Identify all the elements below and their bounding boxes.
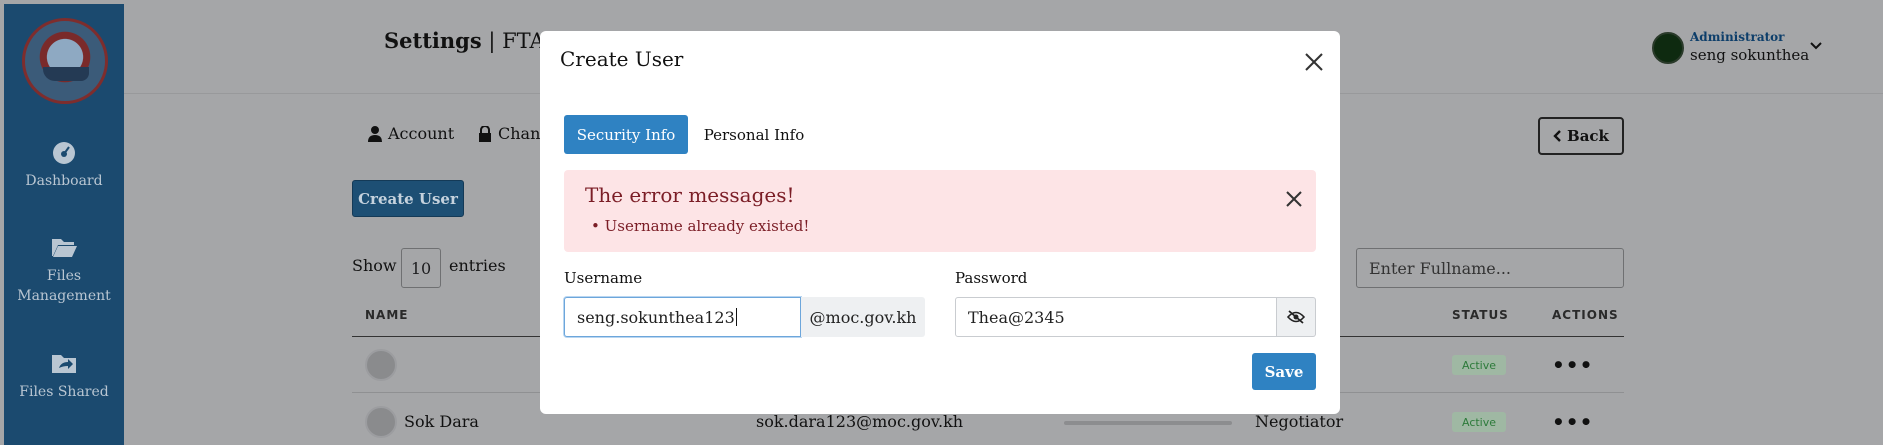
more-actions-icon[interactable]: ••• xyxy=(1552,412,1593,432)
username-input[interactable]: seng.sokunthea123 xyxy=(564,297,801,337)
user-name: seng sokunthea xyxy=(1690,46,1810,64)
fullname-search-input[interactable]: Enter Fullname... xyxy=(1356,248,1624,288)
username-value: seng.sokunthea123 xyxy=(577,307,735,327)
sidebar-item-label: Dashboard xyxy=(25,173,103,189)
chevron-left-icon xyxy=(1553,130,1561,142)
password-label: Password xyxy=(955,269,1028,287)
more-actions-icon[interactable]: ••• xyxy=(1552,355,1593,375)
toggle-password-visibility[interactable] xyxy=(1277,297,1316,337)
tab-personal-info[interactable]: Personal Info xyxy=(700,115,808,154)
back-button-label: Back xyxy=(1567,127,1609,145)
username-label: Username xyxy=(564,269,643,287)
sidebar-item-files-management[interactable]: Files Management xyxy=(4,234,124,306)
column-header-status: STATUS xyxy=(1452,308,1509,322)
sidebar-item-label: Files Shared xyxy=(19,384,109,400)
password-input[interactable]: Thea@2345 xyxy=(955,297,1277,337)
user-role: Administrator xyxy=(1690,30,1785,44)
close-icon[interactable] xyxy=(1303,51,1325,73)
save-button[interactable]: Save xyxy=(1252,353,1316,390)
gauge-icon xyxy=(53,142,75,164)
progress-bar xyxy=(1064,421,1232,425)
tab-account[interactable]: Account xyxy=(368,124,454,143)
lock-icon xyxy=(479,125,491,142)
back-button[interactable]: Back xyxy=(1538,117,1624,155)
tab-security-info[interactable]: Security Info xyxy=(564,115,688,154)
ministry-logo xyxy=(22,18,108,104)
sidebar-item-label: Files Management xyxy=(17,268,111,304)
username-domain-suffix: @moc.gov.kh xyxy=(801,297,925,337)
modal-title: Create User xyxy=(560,47,684,71)
error-alert: The error messages! • Username already e… xyxy=(564,170,1316,252)
create-user-modal: Create User Security Info Personal Info … xyxy=(540,31,1340,414)
user-email: sok.dara123@moc.gov.kh xyxy=(756,412,964,431)
folder-share-icon xyxy=(52,355,76,373)
show-label: Show xyxy=(352,256,397,275)
create-user-button[interactable]: Create User xyxy=(352,180,464,217)
entries-select[interactable]: 10 xyxy=(401,248,441,288)
avatar xyxy=(365,406,397,438)
tab-account-label: Account xyxy=(388,124,455,143)
text-cursor xyxy=(735,308,737,326)
sidebar: Dashboard Files Management Files Shared xyxy=(4,4,124,445)
avatar xyxy=(1652,32,1684,64)
close-icon[interactable] xyxy=(1284,189,1304,209)
column-header-name: NAME xyxy=(365,308,409,322)
entries-label: entries xyxy=(449,256,506,275)
avatar xyxy=(365,349,397,381)
alert-title: The error messages! xyxy=(585,183,795,207)
user-icon xyxy=(368,125,382,142)
sidebar-item-dashboard[interactable]: Dashboard xyxy=(4,139,124,191)
status-badge: Active xyxy=(1452,412,1506,432)
user-role-cell: Negotiator xyxy=(1255,412,1344,431)
page-title-bold: Settings xyxy=(384,28,482,53)
alert-message: • Username already existed! xyxy=(591,217,810,235)
eye-slash-icon xyxy=(1287,310,1305,324)
folder-open-icon xyxy=(52,239,77,257)
sidebar-item-files-shared[interactable]: Files Shared xyxy=(4,350,124,402)
status-badge: Active xyxy=(1452,355,1506,375)
chevron-down-icon xyxy=(1810,42,1822,50)
column-header-actions: ACTIONS xyxy=(1552,308,1619,322)
user-fullname: Sok Dara xyxy=(404,412,479,431)
